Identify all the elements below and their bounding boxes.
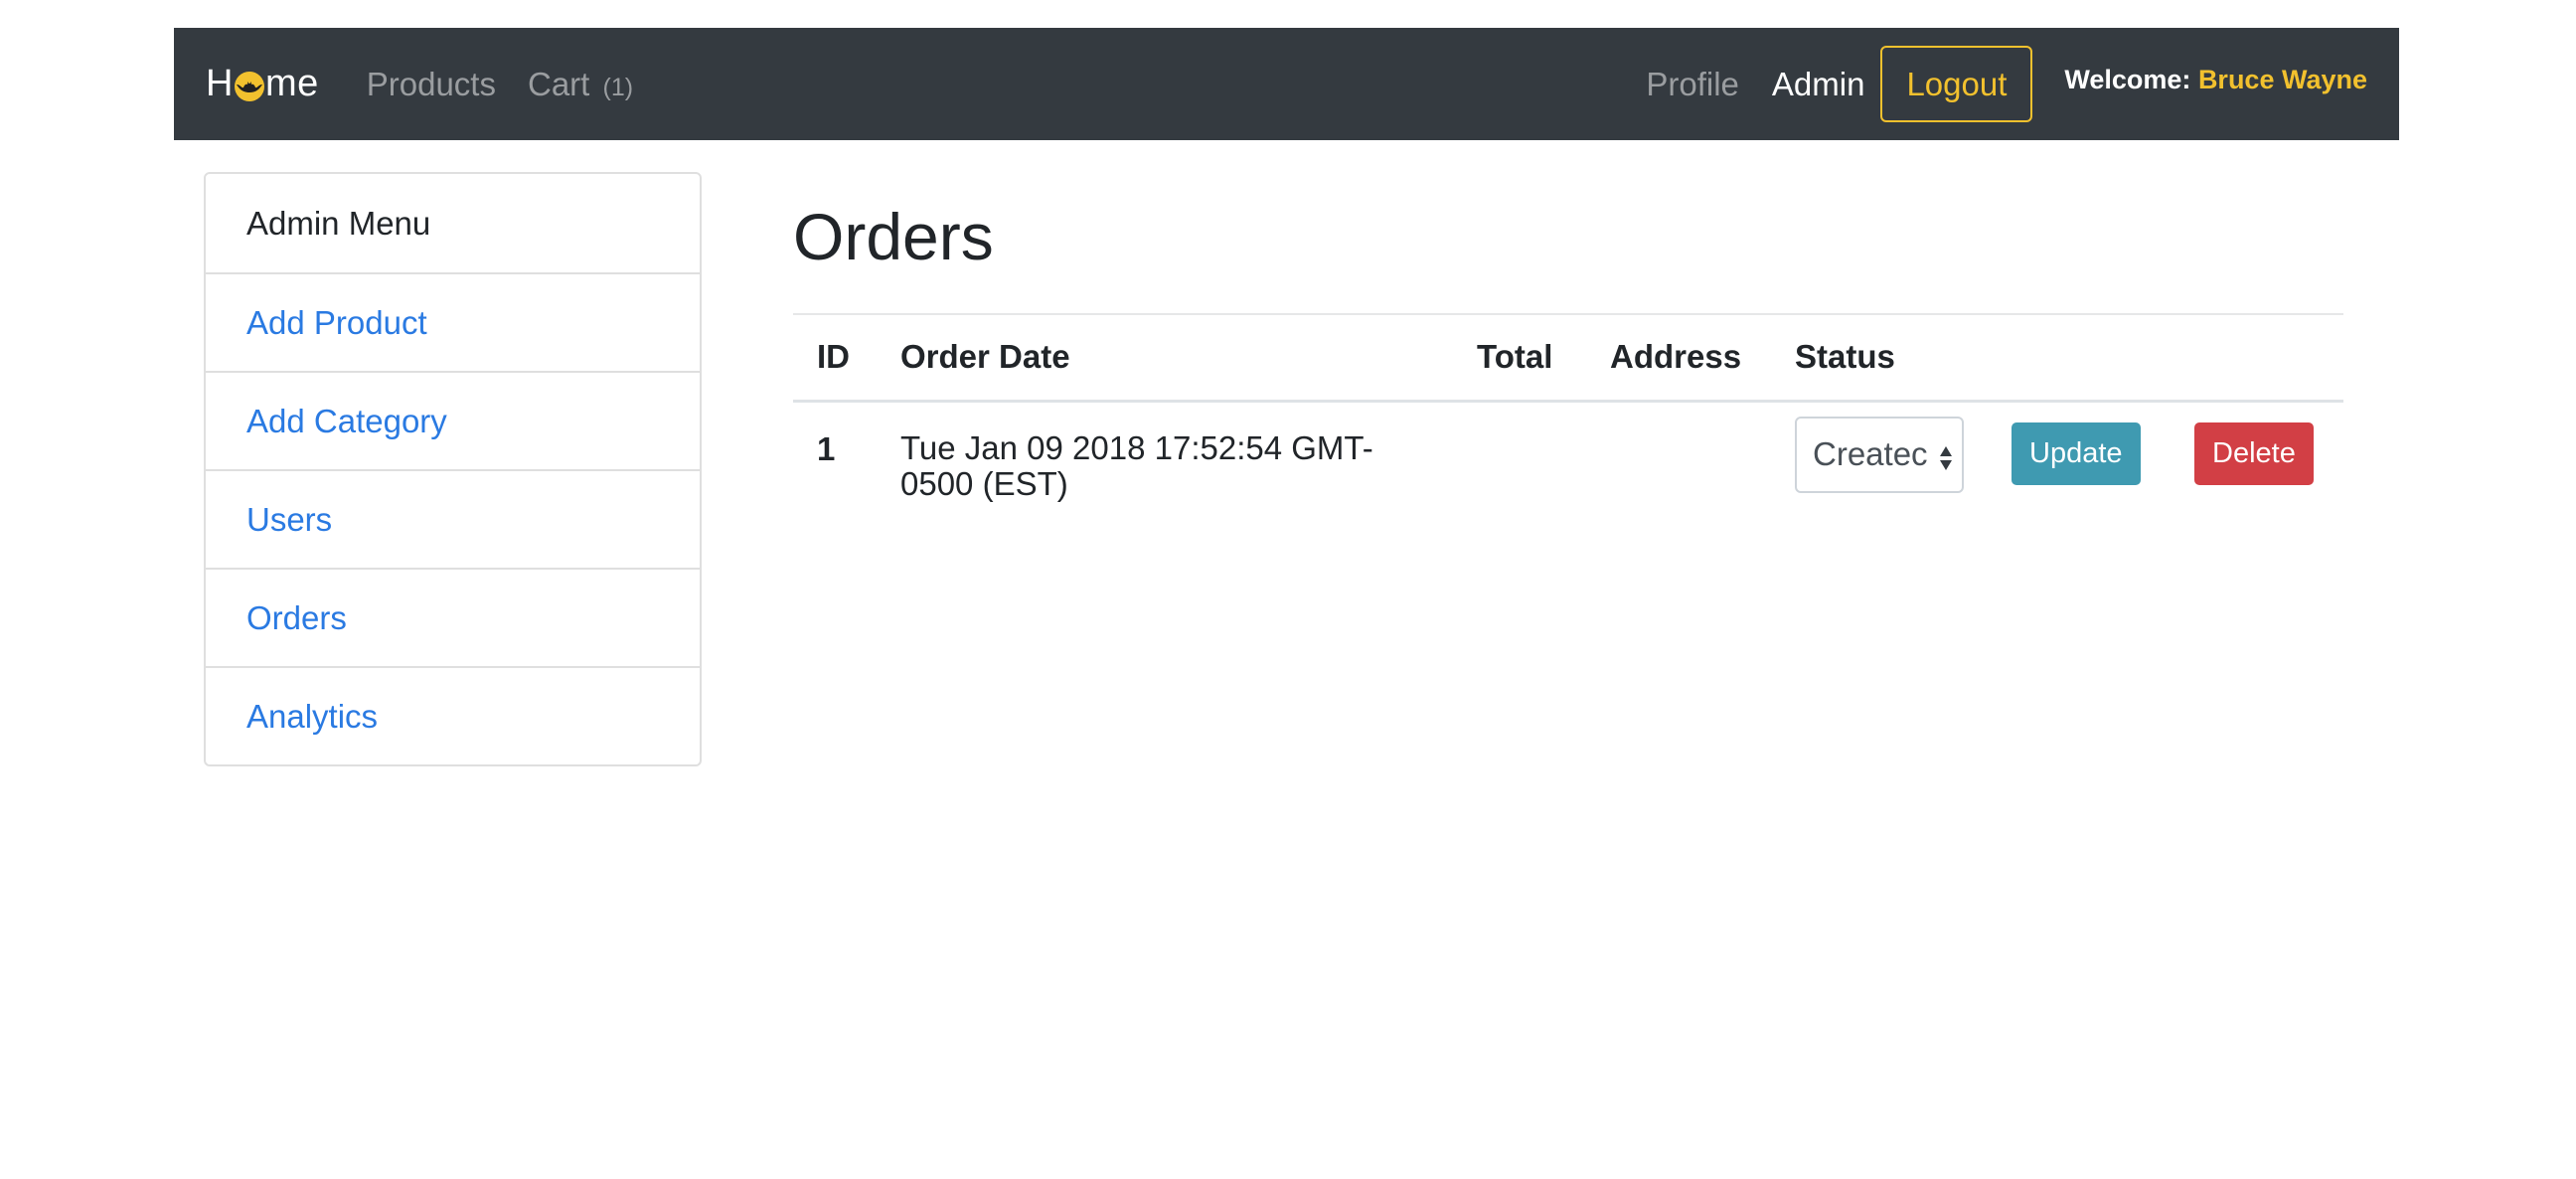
main-content: Orders ID Order Date Total Address Statu…: [793, 199, 2343, 522]
cart-count: (1): [602, 73, 634, 101]
order-status-cell: Createc: [1771, 401, 1988, 522]
nav-cart-link[interactable]: Cart (1): [528, 66, 633, 103]
batman-logo-icon: [234, 71, 264, 101]
column-header-status: Status: [1795, 338, 1895, 376]
orders-table-body: 1 Tue Jan 09 2018 17:52:54 GMT-0500 (EST…: [793, 401, 2343, 522]
order-delete-cell: Delete: [2171, 401, 2343, 522]
sidebar-item-analytics[interactable]: Analytics: [206, 666, 700, 764]
order-date-cell: Tue Jan 09 2018 17:52:54 GMT-0500 (EST): [877, 401, 1453, 522]
table-row: 1 Tue Jan 09 2018 17:52:54 GMT-0500 (EST…: [793, 401, 2343, 522]
welcome-label: Welcome:: [2064, 65, 2191, 94]
nav-products-link[interactable]: Products: [367, 66, 496, 103]
column-header-id: ID: [817, 338, 850, 376]
status-select[interactable]: Createc: [1795, 416, 1964, 493]
order-update-cell: Update: [1988, 401, 2171, 522]
home-link[interactable]: H me: [206, 63, 319, 105]
orders-table-header: ID Order Date Total Address Status: [793, 314, 2343, 401]
orders-table: ID Order Date Total Address Status 1 Tue…: [793, 313, 2343, 522]
status-select-value: Createc: [1813, 435, 1928, 472]
header-row: ID Order Date Total Address Status: [793, 314, 2343, 401]
nav-left-group: Products Cart (1): [367, 66, 633, 103]
top-navbar: H me Products Cart (1) Profile Admin Log…: [174, 28, 2399, 140]
admin-sidebar: Admin Menu Add Product Add Category User…: [204, 172, 702, 766]
nav-profile-link[interactable]: Profile: [1646, 66, 1739, 103]
update-button[interactable]: Update: [2012, 421, 2141, 485]
column-header-total: Total: [1477, 338, 1553, 376]
sidebar-item-add-product[interactable]: Add Product: [206, 272, 700, 371]
column-header-order-date: Order Date: [900, 338, 1070, 376]
nav-right-group: Profile Admin Logout Welcome: Bruce Wayn…: [1646, 46, 2367, 122]
select-arrows-icon: [1938, 442, 1954, 480]
logout-button[interactable]: Logout: [1880, 46, 2033, 122]
welcome-text: Welcome: Bruce Wayne: [2064, 65, 2367, 95]
nav-admin-link[interactable]: Admin: [1772, 66, 1865, 103]
order-date-text: Tue Jan 09 2018 17:52:54 GMT-0500 (EST): [900, 428, 1373, 502]
order-total-cell: [1453, 401, 1586, 522]
welcome-username: Bruce Wayne: [2197, 65, 2367, 94]
brand-suffix: me: [264, 63, 319, 104]
order-address-cell: [1586, 401, 1771, 522]
column-header-update-action: [1988, 314, 2171, 401]
sidebar-header-admin-menu: Admin Menu: [246, 204, 431, 242]
column-header-address: Address: [1610, 338, 1742, 376]
sidebar-item-users[interactable]: Users: [206, 469, 700, 568]
page-title: Orders: [793, 200, 994, 273]
brand-prefix: H: [206, 63, 234, 104]
column-header-delete-action: [2171, 314, 2343, 401]
cart-label: Cart: [527, 65, 590, 102]
order-id-cell: 1: [817, 429, 836, 467]
delete-button[interactable]: Delete: [2194, 421, 2314, 485]
sidebar-item-orders[interactable]: Orders: [206, 568, 700, 666]
sidebar-item-add-category[interactable]: Add Category: [206, 371, 700, 469]
